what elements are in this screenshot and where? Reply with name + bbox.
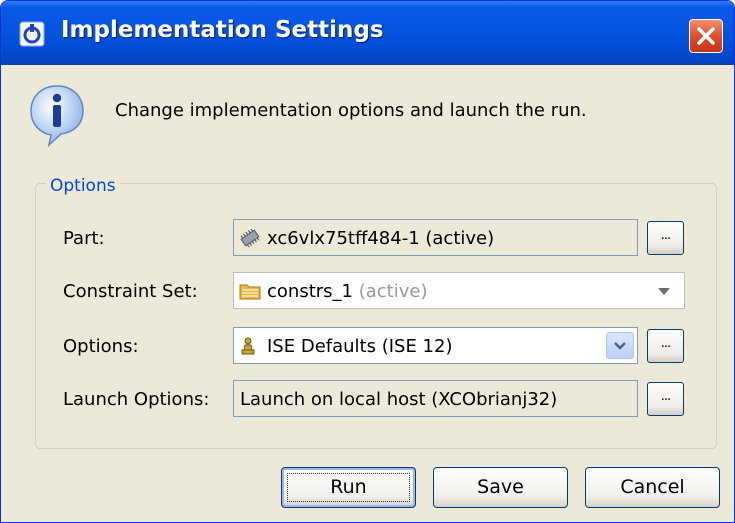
title-bar[interactable]: Implementation Settings [1, 1, 734, 65]
options-legend: Options [46, 176, 120, 196]
launch-options-browse-button-label: ... [660, 389, 671, 404]
part-label: Part: [63, 228, 105, 249]
chess-pawn-icon [241, 337, 255, 355]
options-browse-button[interactable]: ... [647, 329, 684, 363]
cancel-button[interactable]: Cancel [585, 467, 720, 508]
launch-options-value: Launch on local host (XCObrianj32) [240, 389, 558, 410]
constraint-set-active-suffix: (active) [358, 281, 428, 302]
part-value: xc6vlx75tff484-1 (active) [267, 228, 495, 249]
run-button[interactable]: Run [281, 467, 416, 508]
dialog-body: Change implementation options and launch… [5, 65, 730, 520]
close-button[interactable] [689, 19, 723, 53]
launch-options-label: Launch Options: [63, 389, 210, 410]
options-label: Options: [63, 336, 139, 357]
save-button[interactable]: Save [433, 467, 568, 508]
folder-icon [239, 284, 261, 300]
info-message: Change implementation options and launch… [115, 100, 587, 121]
close-icon [697, 27, 715, 45]
options-value: ISE Defaults (ISE 12) [267, 336, 453, 357]
options-dropdown[interactable]: ISE Defaults (ISE 12) [233, 327, 638, 364]
constraint-set-dropdown[interactable]: constrs_1 (active) [233, 272, 685, 309]
launch-options-field: Launch on local host (XCObrianj32) [233, 380, 638, 417]
implementation-settings-dialog: Implementation Settings Change implement… [0, 0, 735, 523]
launch-options-browse-button[interactable]: ... [647, 382, 684, 416]
part-field: xc6vlx75tff484-1 (active) [233, 219, 638, 256]
dialog-title: Implementation Settings [61, 17, 384, 43]
constraint-set-name: constrs_1 [267, 281, 353, 302]
options-dropdown-button[interactable] [606, 332, 634, 359]
constraint-set-value: constrs_1 (active) [267, 281, 427, 302]
info-icon [30, 85, 84, 147]
constraint-set-label: Constraint Set: [63, 281, 198, 302]
chevron-down-icon [614, 342, 626, 350]
options-browse-button-label: ... [660, 336, 671, 351]
chevron-down-icon [658, 288, 670, 295]
part-browse-button[interactable]: ... [647, 221, 684, 255]
vivado-app-icon [19, 21, 45, 47]
part-browse-button-label: ... [660, 228, 671, 243]
chip-icon [240, 229, 260, 247]
